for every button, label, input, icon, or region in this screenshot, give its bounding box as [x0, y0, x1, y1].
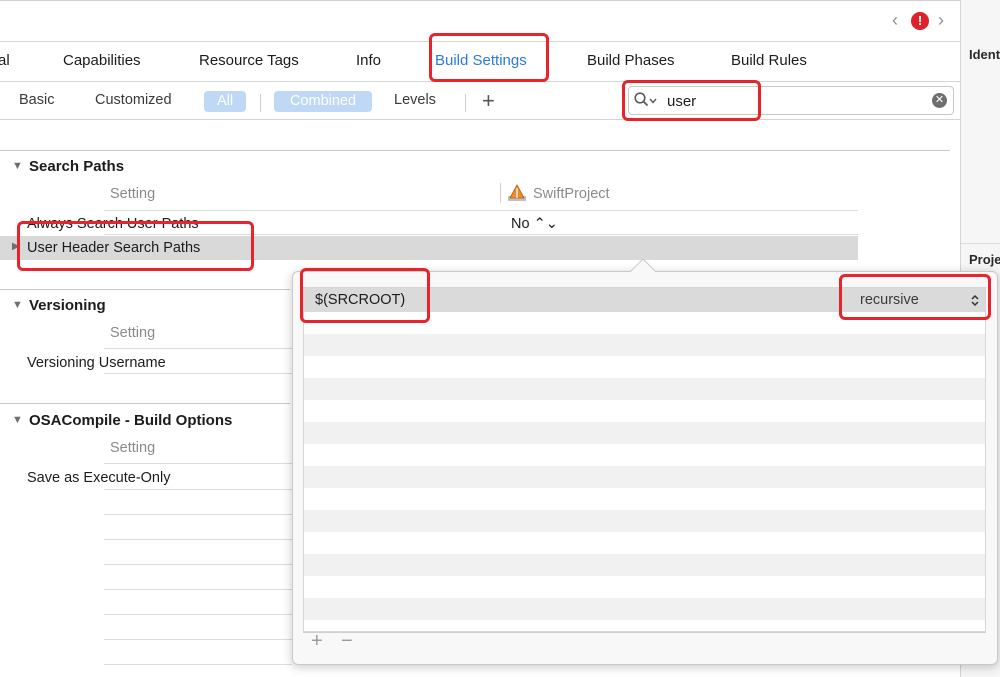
add-path-button[interactable]: + [311, 630, 323, 653]
stepper-chevrons-icon[interactable] [970, 293, 980, 308]
add-setting-icon[interactable]: + [482, 88, 495, 114]
filter-customized[interactable]: Customized [95, 92, 172, 108]
section-title-versioning[interactable]: Versioning [29, 297, 106, 314]
disclosure-expanded-icon[interactable]: ▼ [12, 299, 23, 311]
disclosure-expanded-icon[interactable]: ▼ [12, 160, 23, 172]
column-header-setting: Setting [110, 186, 156, 202]
row-divider [104, 489, 292, 490]
row-divider [104, 539, 292, 540]
row-divider [104, 463, 292, 464]
setting-save-as-execute-only[interactable]: Save as Execute-Only [27, 470, 170, 486]
toolbar-divider [303, 632, 986, 633]
row-divider [104, 514, 292, 515]
column-header-target: SwiftProject [533, 186, 610, 202]
column-header-setting: Setting [110, 440, 156, 456]
editor-jump-bar [0, 0, 960, 42]
row-divider [104, 210, 858, 211]
tab-build-rules[interactable]: Build Rules [731, 52, 807, 69]
table-row [304, 466, 985, 488]
error-icon[interactable]: ! [911, 12, 929, 30]
filter-levels[interactable]: Levels [394, 92, 436, 108]
row-divider [104, 564, 292, 565]
setting-versioning-username[interactable]: Versioning Username [27, 355, 166, 371]
search-query-text[interactable]: user [667, 93, 696, 110]
recursive-select[interactable]: recursive [860, 292, 919, 308]
setting-user-header-search-paths[interactable]: User Header Search Paths [27, 240, 200, 256]
tab-build-settings[interactable]: Build Settings [435, 52, 527, 69]
disclosure-expanded-icon[interactable]: ▼ [12, 414, 23, 426]
table-row [304, 554, 985, 576]
row-divider [104, 614, 292, 615]
filter-divider [260, 94, 261, 112]
table-row [304, 334, 985, 356]
target-editor-tabs: al Capabilities Resource Tags Info Build… [0, 42, 960, 82]
filter-all[interactable]: All [204, 91, 246, 112]
row-divider [104, 234, 858, 235]
project-section-label: Project [969, 252, 1000, 267]
disclosure-collapsed-icon[interactable]: ▶ [12, 241, 20, 252]
section-title-osacompile[interactable]: OSACompile - Build Options [29, 412, 232, 429]
tab-info[interactable]: Info [356, 52, 381, 69]
xcode-project-icon [508, 184, 526, 201]
filter-basic[interactable]: Basic [19, 92, 54, 108]
tab-resource-tags[interactable]: Resource Tags [199, 52, 299, 69]
table-row [304, 598, 985, 620]
section-divider [0, 289, 290, 290]
back-arrow-icon[interactable]: ‹ [892, 10, 898, 30]
search-icon [634, 92, 649, 107]
inspector-divider [961, 243, 1000, 244]
clear-search-icon[interactable]: ✕ [932, 93, 947, 108]
filter-divider [465, 94, 466, 112]
remove-path-button[interactable]: − [341, 630, 353, 653]
section-divider [0, 150, 950, 151]
column-divider [500, 183, 501, 203]
always-search-user-paths-value[interactable]: No ⌃⌄ [511, 216, 558, 232]
row-divider [104, 348, 292, 349]
filter-combined[interactable]: Combined [274, 91, 372, 112]
section-divider [0, 403, 290, 404]
tab-build-phases[interactable]: Build Phases [587, 52, 675, 69]
table-row [304, 378, 985, 400]
row-divider [104, 664, 292, 665]
table-row [304, 510, 985, 532]
tab-capabilities[interactable]: Capabilities [63, 52, 141, 69]
forward-arrow-icon[interactable]: › [938, 10, 944, 30]
identity-section-label: Identity [969, 47, 1000, 62]
section-title-search-paths[interactable]: Search Paths [29, 158, 124, 175]
search-path-entry[interactable]: $(SRCROOT) [315, 292, 405, 308]
row-divider [104, 589, 292, 590]
table-row [304, 422, 985, 444]
row-divider [104, 639, 292, 640]
search-options-chevron-icon[interactable] [649, 98, 657, 104]
row-divider [104, 373, 292, 374]
column-header-setting: Setting [110, 325, 156, 341]
tab-general[interactable]: al [0, 52, 10, 69]
setting-always-search-user-paths[interactable]: Always Search User Paths [27, 216, 199, 232]
search-paths-table [303, 287, 986, 632]
